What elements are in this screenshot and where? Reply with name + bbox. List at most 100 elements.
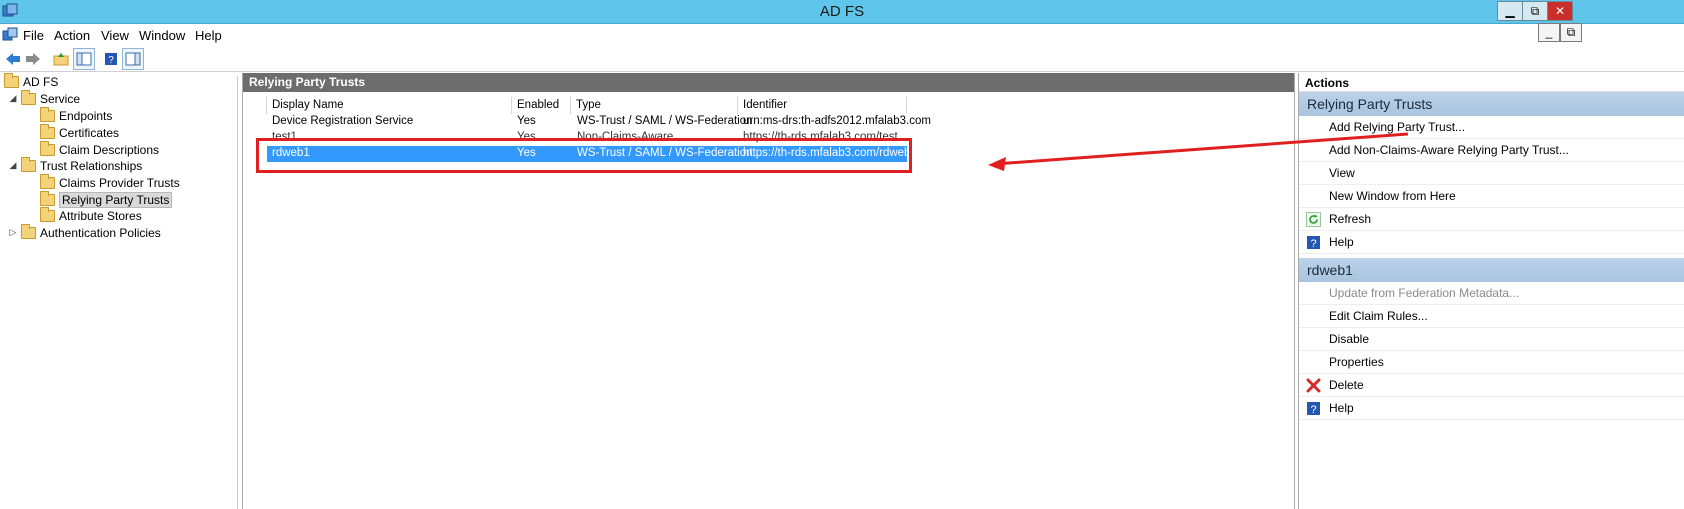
delete-icon: [1306, 378, 1321, 393]
back-button[interactable]: [2, 48, 24, 70]
folder-up-icon: [53, 53, 69, 66]
tree-item-label: Endpoints: [59, 108, 113, 123]
tree-item-adfs[interactable]: AD FS: [4, 72, 59, 90]
action-new-window[interactable]: New Window from Here: [1299, 185, 1684, 208]
expanded-triangle-icon[interactable]: ◢: [8, 93, 18, 104]
actions-pane: Actions Relying Party Trusts Add Relying…: [1298, 73, 1684, 509]
action-label: Add Relying Party Trust...: [1329, 120, 1466, 134]
column-header-spacer: [247, 97, 267, 114]
tree-item-authentication-policies[interactable]: ▷ Authentication Policies: [8, 223, 161, 241]
cell-type: WS-Trust / SAML / WS-Federation: [577, 115, 753, 127]
tree-item-trust-relationships[interactable]: ◢ Trust Relationships: [8, 156, 142, 174]
window-title: AD FS: [819, 3, 865, 20]
folder-icon: [40, 173, 55, 189]
up-one-level-button[interactable]: [50, 48, 72, 70]
action-edit-claim-rules[interactable]: Edit Claim Rules...: [1299, 305, 1684, 328]
menu-file[interactable]: File: [23, 28, 44, 43]
tree-item-relying-party-trusts[interactable]: Relying Party Trusts: [40, 190, 173, 208]
menu-view[interactable]: View: [101, 28, 129, 43]
mmc-document-icon: [2, 27, 18, 41]
restore-button[interactable]: ⧉: [1522, 1, 1548, 21]
column-header-type[interactable]: Type: [571, 97, 738, 114]
toolbar: ?: [0, 46, 1684, 72]
help-icon: ?: [1307, 236, 1320, 250]
action-label: Delete: [1329, 378, 1364, 392]
tree-item-certificates[interactable]: Certificates: [40, 123, 120, 141]
annotation-highlight-box: [256, 138, 912, 173]
folder-icon: [4, 72, 19, 88]
column-header-enabled[interactable]: Enabled: [512, 97, 571, 114]
tree-item-service[interactable]: ◢ Service: [8, 89, 81, 107]
action-label: Add Non-Claims-Aware Relying Party Trust…: [1329, 143, 1569, 157]
forward-button[interactable]: [22, 48, 44, 70]
tree-item-label: Authentication Policies: [40, 225, 161, 240]
action-delete[interactable]: Delete: [1299, 374, 1684, 397]
tree-item-claims-provider-trusts[interactable]: Claims Provider Trusts: [40, 173, 180, 191]
refresh-icon: [1306, 212, 1321, 227]
action-label: Disable: [1329, 332, 1370, 346]
action-label: View: [1329, 166, 1355, 180]
menu-action[interactable]: Action: [54, 28, 90, 43]
results-pane-title: Relying Party Trusts: [243, 73, 1294, 92]
action-label: Edit Claim Rules...: [1329, 309, 1428, 323]
table-row[interactable]: Device Registration Service Yes WS-Trust…: [267, 114, 931, 130]
console-tree-icon: [76, 52, 92, 66]
action-view[interactable]: View: [1299, 162, 1684, 185]
action-properties[interactable]: Properties: [1299, 351, 1684, 374]
folder-icon: [40, 106, 55, 122]
collapsed-triangle-icon[interactable]: ▷: [8, 227, 18, 238]
action-label: Properties: [1329, 355, 1384, 369]
action-help[interactable]: ? Help: [1299, 231, 1684, 254]
action-update-from-federation-metadata: Update from Federation Metadata...: [1299, 282, 1684, 305]
tree-item-label: Certificates: [59, 125, 120, 140]
show-hide-action-pane-button[interactable]: [122, 48, 144, 70]
mdi-restore-button[interactable]: ⧉: [1560, 23, 1582, 42]
forward-arrow-icon: [26, 53, 40, 65]
actions-pane-title: Actions: [1299, 73, 1684, 92]
menu-help[interactable]: Help: [195, 28, 222, 43]
mdi-minimize-button[interactable]: _: [1538, 23, 1560, 42]
actions-section-relying-party-trusts[interactable]: Relying Party Trusts: [1299, 92, 1684, 116]
action-pane-icon: [125, 52, 141, 66]
tree-item-attribute-stores[interactable]: Attribute Stores: [40, 206, 142, 224]
column-header-display-name[interactable]: Display Name: [267, 97, 512, 114]
title-bar: AD FS ▁ ⧉ ✕: [0, 0, 1684, 24]
action-label: Help: [1329, 235, 1354, 249]
folder-icon: [40, 123, 55, 139]
svg-text:?: ?: [1310, 404, 1316, 416]
action-label: Help: [1329, 401, 1354, 415]
tree-item-endpoints[interactable]: Endpoints: [40, 106, 113, 124]
folder-icon: [40, 190, 55, 206]
action-disable[interactable]: Disable: [1299, 328, 1684, 351]
close-button[interactable]: ✕: [1547, 1, 1573, 21]
actions-section-rdweb1[interactable]: rdweb1: [1299, 258, 1684, 282]
tree-item-label: AD FS: [23, 74, 59, 89]
tree-item-label: Relying Party Trusts: [59, 191, 173, 208]
expanded-triangle-icon[interactable]: ◢: [8, 160, 18, 171]
svg-text:?: ?: [1310, 238, 1316, 250]
folder-icon: [21, 89, 36, 105]
show-hide-console-tree-button[interactable]: [73, 48, 95, 70]
action-label: Update from Federation Metadata...: [1329, 286, 1520, 300]
minimize-button[interactable]: ▁: [1497, 1, 1523, 21]
cell-display-name: Device Registration Service: [272, 115, 414, 127]
column-header-identifier[interactable]: Identifier: [738, 97, 907, 114]
cell-identifier: urn:ms-drs:th-adfs2012.mfalab3.com: [743, 115, 931, 127]
action-add-non-claims-aware-trust[interactable]: Add Non-Claims-Aware Relying Party Trust…: [1299, 139, 1684, 162]
cell-enabled: Yes: [517, 115, 536, 127]
help-toolbar-button[interactable]: ?: [100, 48, 122, 70]
help-icon: ?: [105, 53, 117, 66]
folder-icon: [40, 140, 55, 156]
folder-icon: [21, 156, 36, 172]
back-arrow-icon: [6, 53, 20, 65]
action-add-relying-party-trust[interactable]: Add Relying Party Trust...: [1299, 116, 1684, 139]
action-refresh[interactable]: Refresh: [1299, 208, 1684, 231]
action-label: New Window from Here: [1329, 189, 1456, 203]
help-icon: ?: [1307, 402, 1320, 416]
menu-window[interactable]: Window: [139, 28, 185, 43]
tree-item-label: Service: [40, 91, 81, 106]
tree-item-claim-descriptions[interactable]: Claim Descriptions: [40, 140, 159, 158]
action-label: Refresh: [1329, 212, 1372, 226]
folder-icon: [21, 223, 36, 239]
action-help-rdweb1[interactable]: ? Help: [1299, 397, 1684, 420]
